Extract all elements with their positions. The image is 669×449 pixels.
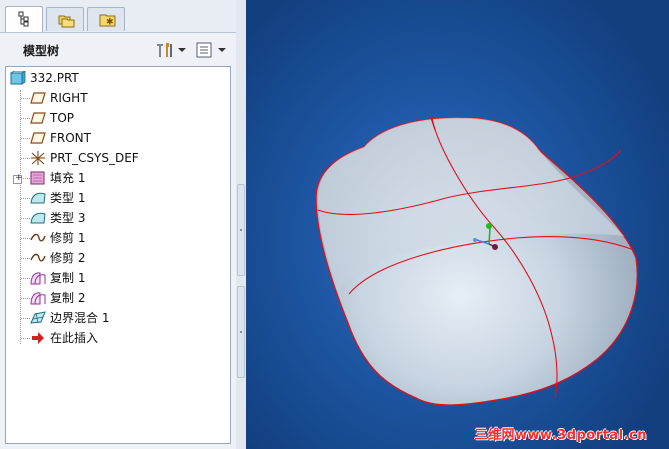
plus-icon: +	[15, 173, 23, 183]
tree-item-label: 填充 1	[50, 171, 86, 185]
tab-layers[interactable]	[46, 7, 84, 31]
tree-connector	[23, 178, 30, 179]
tree-settings-button[interactable]	[154, 41, 188, 59]
tab-favorites[interactable]: ✱	[87, 7, 125, 31]
tree-connector	[21, 138, 30, 139]
coordinate-system-icon	[31, 151, 45, 165]
grip-dot	[240, 331, 242, 333]
tree-title: 模型树	[23, 44, 60, 58]
boundary-blend-icon	[30, 311, 46, 324]
tree-connector	[21, 158, 30, 159]
chevron-down-icon	[218, 48, 226, 52]
tree-root-label: 332.PRT	[30, 71, 79, 85]
tree-item-label: 复制 2	[50, 291, 86, 305]
tree-connector	[21, 258, 30, 259]
surface-type-icon	[30, 212, 46, 224]
trim-icon	[30, 253, 46, 262]
tree-connector	[21, 238, 30, 239]
tree-item-label: 类型 3	[50, 211, 86, 225]
tree-connector	[21, 198, 30, 199]
panel-sash[interactable]	[236, 0, 246, 449]
tab-model-tree[interactable]	[5, 6, 43, 32]
tree-item-label: 修剪 1	[50, 231, 86, 245]
folders-icon	[58, 15, 75, 28]
sash-handle-bottom[interactable]	[237, 286, 245, 378]
tree-item-label: 在此插入	[50, 331, 99, 345]
tree-item-label: 修剪 2	[50, 251, 86, 265]
tree-connector	[21, 98, 30, 99]
tree-connector	[21, 338, 30, 339]
tree-header: 模型树	[0, 34, 236, 64]
tools-settings-icon	[157, 43, 172, 57]
model-tree-panel: ✱ 模型树 332.PRT RIGHT TOP FRONT PRT_CSYS_D…	[0, 0, 246, 449]
grip-dot	[240, 229, 242, 231]
watermark-text: 三维网www.3dportal.cn	[474, 428, 647, 443]
datum-plane-icon	[30, 92, 46, 104]
model-scene	[315, 117, 638, 406]
tree-connector	[21, 318, 30, 319]
model-tree-icon	[18, 11, 29, 27]
expand-toggle[interactable]: +	[13, 173, 23, 184]
tree-item-label: 复制 1	[50, 271, 86, 285]
tree-connector	[21, 298, 30, 299]
tree-connector	[21, 278, 30, 279]
tree-show-button[interactable]	[194, 41, 228, 59]
tree-item-label: TOP	[50, 111, 75, 125]
show-list-icon	[196, 42, 212, 58]
svg-text:✱: ✱	[106, 18, 114, 28]
insert-here-arrow-icon	[32, 332, 44, 344]
star-folder-icon: ✱	[99, 14, 116, 28]
surface-type-icon	[30, 192, 46, 204]
fill-surface-icon	[30, 171, 45, 185]
datum-plane-icon	[30, 112, 46, 124]
tree-connector	[21, 118, 30, 119]
copy-surface-icon	[30, 272, 46, 285]
part-icon	[10, 71, 26, 85]
chevron-down-icon	[178, 48, 186, 52]
datum-plane-icon	[30, 132, 46, 144]
tree-item-label: PRT_CSYS_DEF	[50, 151, 139, 165]
tree-item-label: 类型 1	[50, 191, 86, 205]
tree-item-label: FRONT	[50, 131, 91, 145]
tree-item-label: 边界混合 1	[50, 311, 110, 325]
trim-icon	[30, 233, 46, 242]
tree-guide-line	[20, 90, 21, 344]
copy-surface-icon	[30, 292, 46, 305]
navigator-tab-strip: ✱	[0, 0, 246, 33]
model-tree: 332.PRT RIGHT TOP FRONT PRT_CSYS_DEF + 填…	[5, 66, 231, 444]
tree-item-label: RIGHT	[50, 91, 88, 105]
graphics-viewport[interactable]: 三维网www.3dportal.cn	[246, 0, 669, 449]
sash-handle-top[interactable]	[237, 184, 245, 276]
tree-connector	[21, 218, 30, 219]
